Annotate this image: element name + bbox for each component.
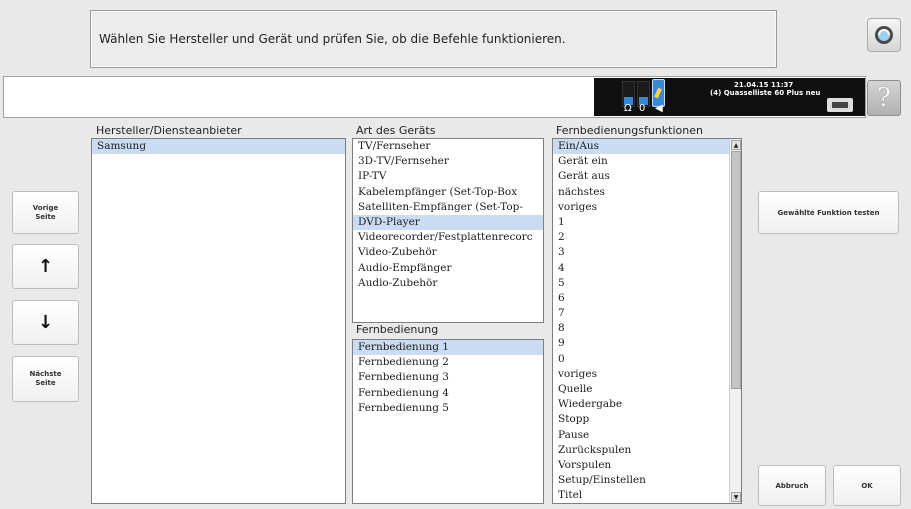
status-bar: Ω 0 ◀ 21.04.15 11:37 (4) Quasselliste 60… bbox=[3, 76, 866, 118]
list-item[interactable]: 7 bbox=[553, 306, 729, 321]
list-item[interactable]: Fernbedienung 2 bbox=[353, 355, 543, 370]
list-item[interactable]: 1 bbox=[553, 215, 729, 230]
manufacturers-heading: Hersteller/Diensteanbieter bbox=[96, 124, 242, 137]
functions-scrollbar[interactable]: ▲ ▼ bbox=[729, 139, 741, 503]
list-item[interactable]: Kabelempfänger (Set-Top-Box bbox=[353, 185, 543, 200]
list-item[interactable]: 8 bbox=[553, 321, 729, 336]
ok-button[interactable]: OK bbox=[833, 465, 901, 506]
list-item[interactable]: voriges bbox=[553, 200, 729, 215]
list-item[interactable]: Ein/Aus bbox=[553, 139, 729, 155]
list-item[interactable]: TV/Fernseher bbox=[353, 139, 543, 154]
list-item[interactable]: 6 bbox=[553, 291, 729, 306]
status-panel: Ω 0 ◀ 21.04.15 11:37 (4) Quasselliste 60… bbox=[594, 78, 865, 116]
instruction-text: Wählen Sie Hersteller und Gerät und prüf… bbox=[90, 10, 777, 68]
list-item[interactable]: Wiedergabe bbox=[553, 397, 729, 412]
list-item[interactable]: Stopp bbox=[553, 412, 729, 427]
list-item[interactable]: Fernbedienung 3 bbox=[353, 370, 543, 385]
prev-page-button[interactable]: Vorige Seite bbox=[12, 191, 79, 234]
functions-heading: Fernbedienungsfunktionen bbox=[556, 124, 703, 137]
list-item[interactable]: Exit bbox=[553, 504, 729, 505]
settings-button[interactable] bbox=[867, 18, 901, 52]
list-item[interactable]: Vorspulen bbox=[553, 458, 729, 473]
scroll-up-icon[interactable]: ▲ bbox=[731, 140, 741, 150]
remotes-heading: Fernbedienung bbox=[356, 323, 439, 336]
list-item[interactable]: DVD-Player bbox=[353, 214, 543, 231]
list-item[interactable]: 3D-TV/Fernseher bbox=[353, 154, 543, 169]
list-item[interactable]: Fernbedienung 1 bbox=[353, 340, 543, 356]
list-item[interactable]: Zurückspulen bbox=[553, 443, 729, 458]
up-arrow-button[interactable]: ↑ bbox=[12, 244, 79, 289]
test-function-button[interactable]: Gewählte Funktion testen bbox=[758, 191, 899, 234]
device-types-heading: Art des Geräts bbox=[356, 124, 436, 137]
list-item[interactable]: Audio-Empfänger bbox=[353, 261, 543, 276]
list-item[interactable]: 2 bbox=[553, 230, 729, 245]
next-page-button[interactable]: Nächste Seite bbox=[12, 356, 79, 402]
headphones-icon: Ω bbox=[624, 103, 632, 114]
speaker-icon: ◀ bbox=[655, 103, 663, 114]
list-item[interactable]: voriges bbox=[553, 367, 729, 382]
list-item[interactable]: 0 bbox=[553, 352, 729, 367]
list-item[interactable]: Fernbedienung 4 bbox=[353, 386, 543, 401]
down-arrow-button[interactable]: ↓ bbox=[12, 300, 79, 345]
list-item[interactable]: 5 bbox=[553, 276, 729, 291]
list-item[interactable]: Gerät ein bbox=[553, 154, 729, 169]
list-item[interactable]: Setup/Einstellen bbox=[553, 473, 729, 488]
list-item[interactable]: Quelle bbox=[553, 382, 729, 397]
list-item[interactable]: Videorecorder/Festplattenrecorc bbox=[353, 230, 543, 245]
status-list: (4) Quasselliste 60 Plus neu bbox=[710, 89, 821, 97]
list-item[interactable]: Video-Zubehör bbox=[353, 245, 543, 260]
list-item[interactable]: Satelliten-Empfänger (Set-Top- bbox=[353, 200, 543, 215]
cancel-button[interactable]: Abbruch bbox=[758, 465, 826, 506]
list-item[interactable]: 9 bbox=[553, 336, 729, 351]
device-types-list[interactable]: TV/Fernseher 3D-TV/Fernseher IP-TV Kabelemp… bbox=[352, 138, 544, 323]
help-button[interactable]: ? bbox=[867, 80, 901, 116]
list-item[interactable]: Titel bbox=[553, 488, 729, 503]
list-item[interactable]: 3 bbox=[553, 245, 729, 260]
list-item[interactable]: Samsung bbox=[92, 139, 345, 155]
scroll-thumb[interactable] bbox=[731, 151, 741, 389]
manufacturers-list[interactable]: Samsung bbox=[91, 138, 346, 504]
list-item[interactable]: nächstes bbox=[553, 185, 729, 200]
zero-glyph: 0 bbox=[639, 103, 646, 114]
list-item[interactable]: 4 bbox=[553, 261, 729, 276]
functions-list[interactable]: Ein/Aus Gerät ein Gerät aus nächstes voriges… bbox=[552, 138, 742, 504]
list-item[interactable]: Gerät aus bbox=[553, 169, 729, 184]
list-item[interactable]: Audio-Zubehör bbox=[353, 276, 543, 291]
gear-icon bbox=[875, 26, 893, 44]
list-item[interactable]: Fernbedienung 5 bbox=[353, 401, 543, 416]
list-item[interactable]: IP-TV bbox=[353, 169, 543, 184]
printer-icon bbox=[827, 98, 853, 112]
remotes-list[interactable]: Fernbedienung 1 Fernbedienung 2 Fernbedien… bbox=[352, 339, 544, 504]
scroll-down-icon[interactable]: ▼ bbox=[731, 492, 741, 502]
list-item[interactable]: Pause bbox=[553, 428, 729, 443]
